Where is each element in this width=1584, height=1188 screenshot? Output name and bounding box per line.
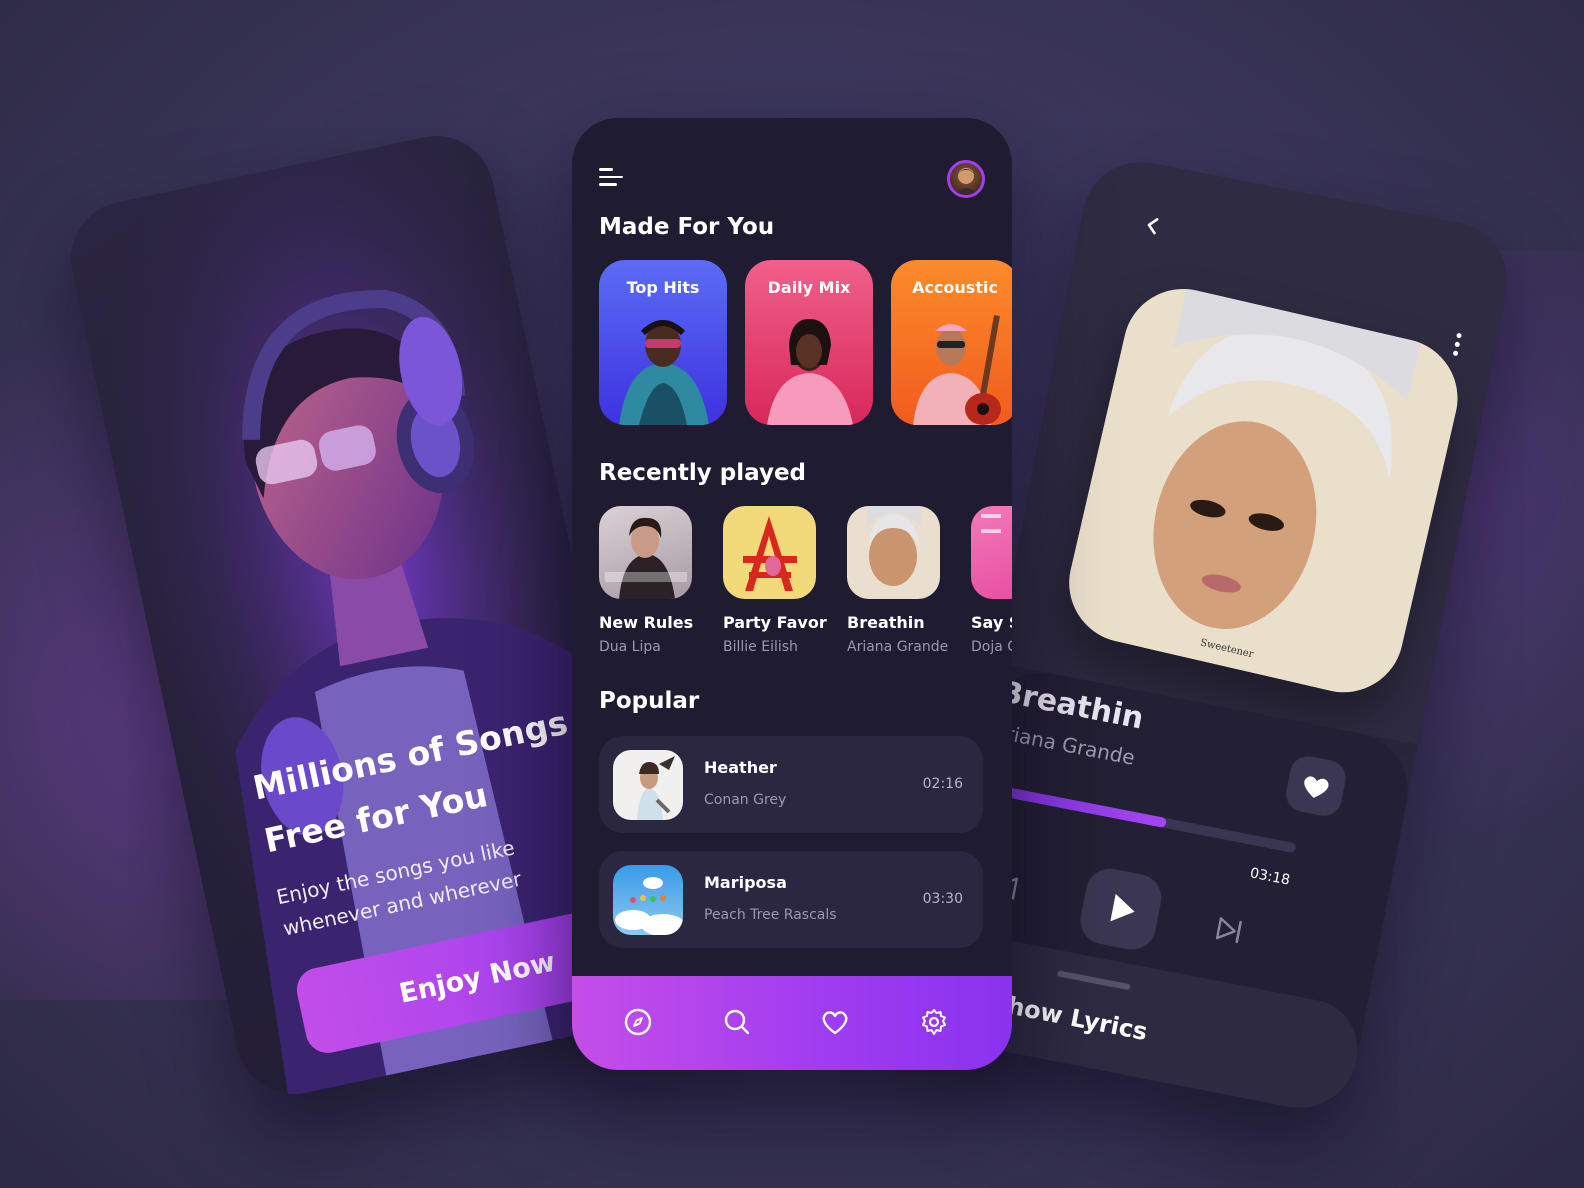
recent-item[interactable]: New Rules Dua Lipa	[599, 506, 694, 655]
recent-item-artist: Dua Lipa	[599, 639, 661, 655]
recent-item[interactable]: Breathin Ariana Grande	[847, 506, 949, 655]
popular-title: Popular	[599, 688, 700, 714]
popular-row-duration: 03:30	[922, 891, 963, 907]
play-icon	[1110, 893, 1135, 922]
recent-item-title: Say S	[971, 613, 1012, 632]
playlist-label: Accoustic	[912, 278, 998, 297]
playlist-artist-image	[619, 320, 709, 425]
popular-row-title: Mariposa	[704, 873, 787, 892]
made-for-you-title: Made For You	[599, 214, 775, 240]
recent-item[interactable]: Party Favor Billie Eilish	[723, 506, 827, 655]
recent-item-title: Party Favor	[723, 613, 827, 632]
recently-played-title: Recently played	[599, 460, 807, 486]
menu-icon[interactable]	[599, 168, 625, 190]
compass-icon[interactable]	[623, 1007, 653, 1037]
skip-forward-icon	[1215, 917, 1242, 944]
popular-row-title: Heather	[704, 758, 777, 777]
playlist-card-accoustic[interactable]: Accoustic	[891, 260, 1012, 425]
recent-item-title: New Rules	[599, 613, 694, 632]
popular-row[interactable]: Heather Conan Grey 02:16	[599, 736, 983, 833]
heart-icon[interactable]	[820, 1007, 850, 1037]
album-cover	[847, 506, 940, 599]
bottom-nav	[572, 976, 1012, 1070]
album-cover	[613, 865, 683, 935]
avatar[interactable]	[947, 160, 985, 198]
album-cover	[971, 506, 1012, 599]
recent-item-artist: Ariana Grande	[847, 639, 949, 655]
recent-item-artist: Doja C	[971, 639, 1012, 655]
playlist-label: Top Hits	[626, 278, 700, 297]
popular-row-artist: Conan Grey	[704, 792, 787, 808]
back-icon[interactable]	[1138, 210, 1168, 240]
popular-row-artist: Peach Tree Rascals	[704, 907, 837, 923]
popular-row[interactable]: Mariposa Peach Tree Rascals 03:30	[599, 851, 983, 948]
next-button[interactable]	[1208, 909, 1250, 951]
album-cover	[599, 506, 692, 599]
playlist-label: Daily Mix	[767, 278, 851, 297]
play-button[interactable]	[1076, 864, 1166, 954]
playlist-card-daily-mix[interactable]: Daily Mix	[745, 260, 873, 425]
recent-item-artist: Billie Eilish	[723, 639, 798, 655]
home-screen: Made For You Top Hits Daily Mix Accousti…	[572, 118, 1012, 1070]
heart-icon	[1304, 776, 1329, 798]
player-screen: Sweetener Breathin Ariana Grande ? 03:18…	[923, 152, 1517, 1118]
playlist-artist-image	[913, 315, 1001, 425]
album-cover	[613, 750, 683, 820]
recent-item[interactable]: Say S Doja C	[971, 506, 1012, 655]
album-cover	[723, 506, 816, 599]
recent-item-title: Breathin	[847, 613, 925, 632]
favorite-button[interactable]	[1283, 753, 1349, 819]
gear-icon[interactable]	[919, 1007, 949, 1037]
playlist-artist-image	[767, 319, 853, 425]
popular-row-duration: 02:16	[922, 776, 963, 792]
search-icon[interactable]	[722, 1007, 752, 1037]
playlist-card-top-hits[interactable]: Top Hits	[599, 260, 727, 425]
